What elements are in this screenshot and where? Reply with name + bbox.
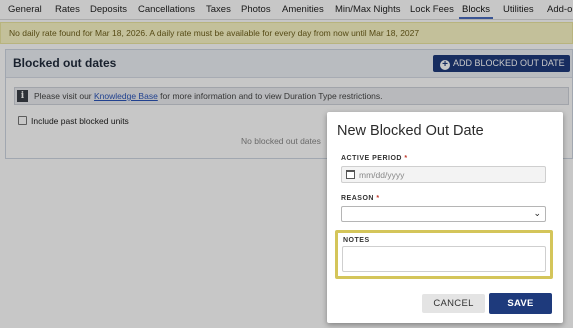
required-mark: * [376,195,380,202]
new-blocked-out-date-dialog: New Blocked Out Date ACTIVE PERIOD * mm/… [327,112,563,323]
date-placeholder: mm/dd/yyyy [359,170,405,180]
notes-textarea[interactable] [342,246,546,272]
reason-label-text: REASON [341,195,374,202]
reason-label: REASON * [341,195,380,202]
notes-label: NOTES [343,237,370,244]
chevron-down-icon: ⌄ [533,208,541,218]
calendar-icon [346,170,355,179]
cancel-button[interactable]: CANCEL [422,294,485,313]
save-button[interactable]: SAVE [489,293,552,314]
active-period-label: ACTIVE PERIOD * [341,155,408,162]
notes-field-group: NOTES [335,230,553,279]
active-period-date-input[interactable]: mm/dd/yyyy [341,166,546,183]
required-mark: * [404,155,408,162]
dialog-title: New Blocked Out Date [337,123,484,139]
reason-select[interactable]: ⌄ [341,206,546,222]
active-period-label-text: ACTIVE PERIOD [341,155,402,162]
